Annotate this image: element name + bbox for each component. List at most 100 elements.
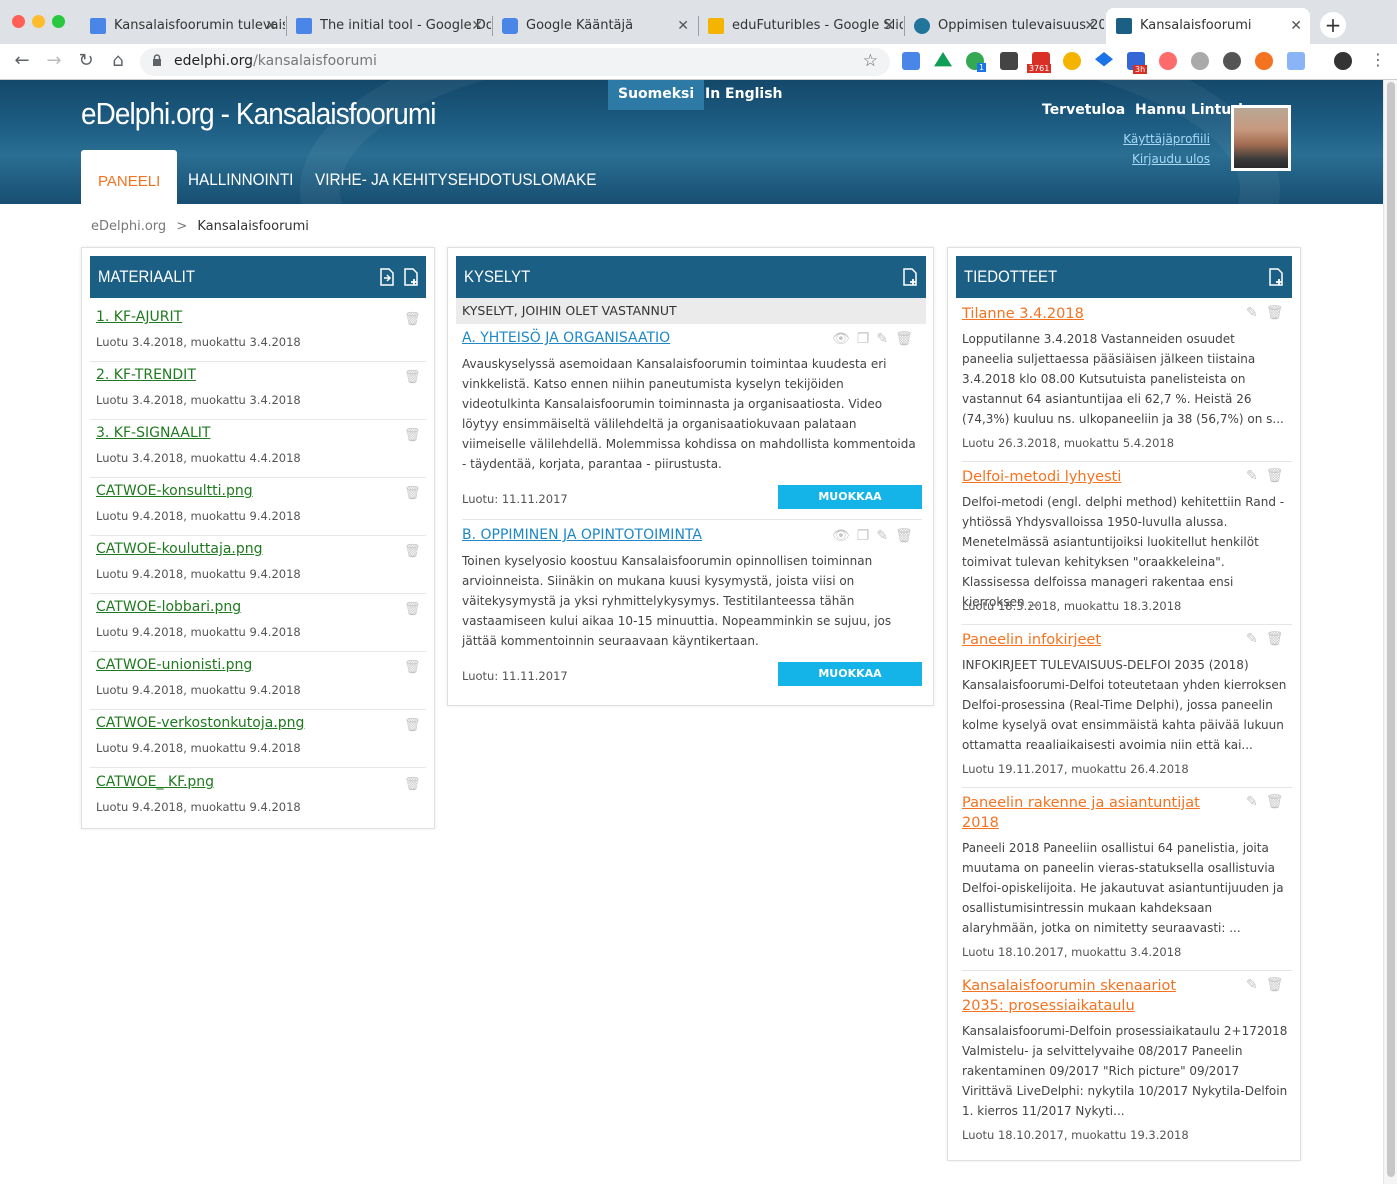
news-title-link[interactable]: Kansalaisfoorumin skenaariot 2035: prose… — [962, 976, 1202, 1016]
material-date: Luotu 3.4.2018, muokattu 4.4.2018 — [96, 451, 301, 465]
url-text: edelphi.org/kansalaisfoorumi — [174, 53, 377, 69]
edit-answers-button-b[interactable]: MUOKKAA VASTAUKSIA — [778, 662, 922, 704]
query-title-b[interactable]: B. OPPIMINEN JA OPINTOTOIMINTA — [462, 527, 702, 543]
trash-icon[interactable]: 🗑 — [404, 486, 421, 501]
profile-link[interactable]: Käyttäjäprofiili — [1123, 132, 1210, 146]
news-title-link[interactable]: Paneelin infokirjeet — [962, 630, 1202, 650]
material-link[interactable]: CATWOE-konsultti.png — [96, 483, 253, 499]
close-tab-icon[interactable]: ✕ — [471, 8, 483, 44]
trash-icon[interactable]: 🗑 — [895, 331, 920, 347]
trash-icon[interactable]: 🗑 — [404, 602, 421, 617]
import-material-icon[interactable] — [379, 268, 395, 286]
trash-icon[interactable]: 🗑 — [404, 660, 421, 675]
copy-icon[interactable]: ❐ — [857, 331, 877, 347]
material-link[interactable]: 2. KF-TRENDIT — [96, 367, 196, 383]
address-bar[interactable]: edelphi.org/kansalaisfoorumi ☆ — [140, 48, 890, 76]
material-item: CATWOE-verkostonkutoja.png Luotu 9.4.2018… — [90, 710, 426, 768]
extension-icon[interactable] — [1063, 52, 1081, 70]
news-title-link[interactable]: Delfoi-metodi lyhyesti — [962, 467, 1202, 487]
material-link[interactable]: CATWOE-unionisti.png — [96, 657, 252, 673]
home-icon[interactable]: ⌂ — [106, 50, 130, 71]
edit-icon[interactable]: ✎ — [1246, 794, 1266, 810]
page-scrollbar[interactable] — [1383, 80, 1397, 1184]
news-date: Luotu 19.11.2017, muokattu 26.4.2018 — [962, 762, 1189, 776]
trash-icon[interactable]: 🗑 — [404, 312, 421, 327]
material-link[interactable]: CATWOE_ KF.png — [96, 774, 214, 790]
material-link[interactable]: 1. KF-AJURIT — [96, 309, 182, 325]
site-logo[interactable]: eDelphi.org - Kansalaisfoorumi — [81, 96, 436, 132]
material-date: Luotu 9.4.2018, muokattu 9.4.2018 — [96, 683, 301, 697]
trash-icon[interactable]: 🗑 — [1266, 468, 1292, 484]
close-tab-icon[interactable]: ✕ — [677, 8, 689, 44]
trash-icon[interactable]: 🗑 — [1266, 794, 1292, 810]
close-tab-icon[interactable]: ✕ — [1084, 8, 1096, 44]
close-tab-icon[interactable]: ✕ — [265, 8, 277, 44]
close-window-button[interactable] — [12, 15, 25, 28]
trash-icon[interactable]: 🗑 — [1266, 305, 1292, 321]
trash-icon[interactable]: 🗑 — [404, 428, 421, 443]
extension-icon[interactable] — [1000, 52, 1018, 70]
material-link[interactable]: 3. KF-SIGNAALIT — [96, 425, 210, 441]
breadcrumb-root-link[interactable]: eDelphi.org — [91, 219, 166, 234]
new-tab-button[interactable]: + — [1320, 12, 1346, 38]
browser-tab-4[interactable]: eduFuturibles - Google Slides ✕ — [698, 8, 903, 44]
minimize-window-button[interactable] — [32, 15, 45, 28]
trash-icon[interactable]: 🗑 — [404, 544, 421, 559]
view-icon[interactable]: 👁 — [832, 528, 857, 544]
edit-icon[interactable]: ✎ — [1246, 305, 1266, 321]
trash-icon[interactable]: 🗑 — [1266, 977, 1292, 993]
language-finnish[interactable]: Suomeksi — [608, 80, 705, 110]
speed-extension-icon[interactable] — [1223, 52, 1241, 70]
view-icon[interactable]: 👁 — [832, 331, 857, 347]
nav-tab-feedback-form[interactable]: VIRHE- JA KEHITYSEHDOTUSLOMAKE — [315, 168, 596, 204]
maximize-window-button[interactable] — [52, 15, 65, 28]
extension-icon[interactable] — [1191, 52, 1209, 70]
close-tab-icon[interactable]: ✕ — [883, 8, 895, 44]
nav-tab-hallinnointi[interactable]: HALLINNOINTI — [188, 168, 293, 204]
edit-icon[interactable]: ✎ — [1246, 977, 1266, 993]
browser-tab-3[interactable]: Google Kääntäjä ✕ — [492, 8, 697, 44]
browser-tab-1[interactable]: Kansalaisfoorumin tulevaisuus ✕ — [80, 8, 285, 44]
trash-icon[interactable]: 🗑 — [404, 718, 421, 733]
bookmark-star-icon[interactable]: ☆ — [863, 51, 878, 71]
browser-tab-5[interactable]: Oppimisen tulevaisuus 2030 ✕ — [904, 8, 1104, 44]
browser-menu-icon[interactable]: ⋮ — [1370, 50, 1386, 69]
reload-icon[interactable]: ↻ — [74, 50, 98, 71]
news-title-link[interactable]: Paneelin rakenne ja asiantuntijat 2018 — [962, 793, 1202, 833]
browser-tab-2[interactable]: The initial tool - Google Docs ✕ — [286, 8, 491, 44]
tab-title: Google Kääntäjä — [526, 18, 634, 33]
back-icon[interactable]: ← — [10, 50, 34, 71]
profile-avatar-icon[interactable] — [1334, 52, 1352, 70]
edit-answers-button-a[interactable]: MUOKKAA VASTAUKSIA — [778, 485, 922, 527]
translate-extension-icon[interactable] — [902, 52, 920, 70]
new-query-icon[interactable] — [902, 268, 918, 286]
language-english[interactable]: In English — [695, 80, 793, 110]
browser-tab-active[interactable]: Kansalaisfoorumi ✕ — [1106, 8, 1310, 44]
new-bulletin-icon[interactable] — [1268, 268, 1284, 286]
extension-icon[interactable] — [1287, 52, 1305, 70]
edit-icon[interactable]: ✎ — [876, 331, 895, 347]
edit-icon[interactable]: ✎ — [1246, 631, 1266, 647]
logout-link[interactable]: Kirjaudu ulos — [1132, 152, 1210, 166]
edit-icon[interactable]: ✎ — [1246, 468, 1266, 484]
url-path: /kansalaisfoorumi — [253, 53, 377, 69]
scrollbar-thumb[interactable] — [1387, 82, 1395, 1177]
extension-icon[interactable] — [1159, 52, 1177, 70]
edit-icon[interactable]: ✎ — [876, 528, 895, 544]
forward-icon[interactable]: → — [42, 50, 66, 71]
nav-tab-paneeli[interactable]: PANEELI — [81, 150, 178, 204]
copy-icon[interactable]: ❐ — [857, 528, 877, 544]
trash-icon[interactable]: 🗑 — [895, 528, 920, 544]
news-title-link[interactable]: Tilanne 3.4.2018 — [962, 304, 1202, 324]
news-excerpt: INFOKIRJEET TULEVAISUUS-DELFOI 2035 (201… — [962, 658, 1287, 752]
material-link[interactable]: CATWOE-verkostonkutoja.png — [96, 715, 304, 731]
close-tab-icon[interactable]: ✕ — [1290, 8, 1302, 44]
trash-icon[interactable]: 🗑 — [404, 777, 421, 792]
new-document-icon[interactable] — [403, 268, 419, 286]
trash-icon[interactable]: 🗑 — [1266, 631, 1292, 647]
query-title-a[interactable]: A. YHTEISÖ JA ORGANISAATIO — [462, 330, 670, 346]
material-link[interactable]: CATWOE-kouluttaja.png — [96, 541, 263, 557]
material-link[interactable]: CATWOE-lobbari.png — [96, 599, 241, 615]
extension-icon[interactable] — [1255, 52, 1273, 70]
trash-icon[interactable]: 🗑 — [404, 370, 421, 385]
